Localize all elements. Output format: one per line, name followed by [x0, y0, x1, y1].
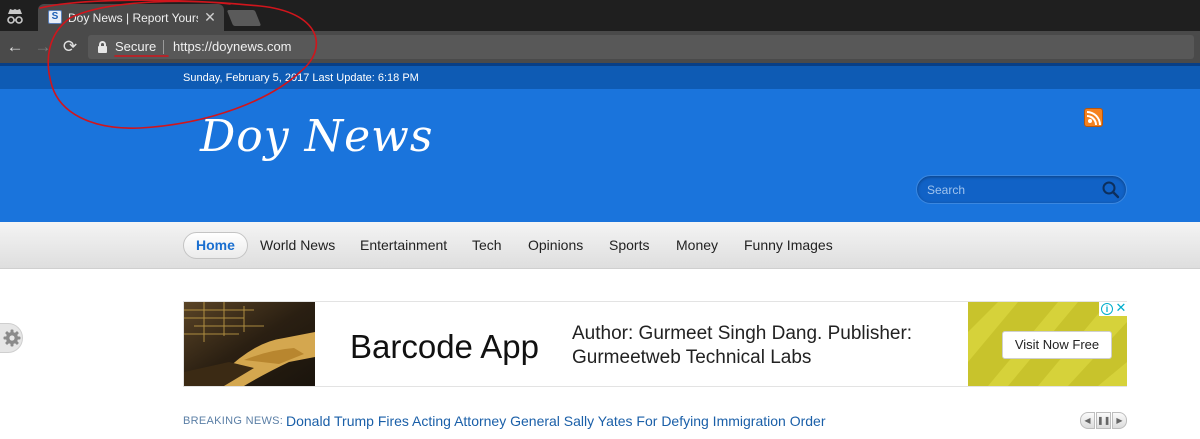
- ticker-pause-button[interactable]: ❚❚: [1096, 412, 1111, 429]
- incognito-icon: [4, 6, 26, 26]
- reload-button[interactable]: ⟳: [60, 37, 80, 57]
- nav-item-money[interactable]: Money: [676, 235, 718, 255]
- breaking-news-headline[interactable]: Donald Trump Fires Acting Attorney Gener…: [286, 412, 826, 430]
- nav-item-opinions[interactable]: Opinions: [528, 235, 583, 255]
- nav-item-sports[interactable]: Sports: [609, 235, 649, 255]
- browser-toolbar: ← → ⟳ Secure https://doynews.com: [0, 31, 1200, 63]
- adchoices-info-icon[interactable]: i: [1101, 303, 1113, 315]
- nav-item-world-news[interactable]: World News: [260, 235, 335, 255]
- nav-item-tech[interactable]: Tech: [472, 235, 502, 255]
- date-bar: Sunday, February 5, 2017 Last Update: 6:…: [0, 63, 1200, 89]
- ad-close-icon[interactable]: ✕: [1115, 301, 1127, 315]
- page: S Doy News | Report Yourself ✕ ← → ⟳ Sec…: [0, 0, 1200, 439]
- ticker-next-button[interactable]: ▶: [1112, 412, 1127, 429]
- tab-title: Doy News | Report Yourself: [68, 11, 198, 25]
- browser-tab-strip: S Doy News | Report Yourself ✕: [0, 0, 1200, 31]
- ad-banner[interactable]: Barcode App Author: Gurmeet Singh Dang. …: [183, 301, 1127, 387]
- address-separator: [163, 40, 164, 54]
- settings-tab[interactable]: [0, 323, 23, 353]
- lock-icon: [98, 41, 108, 53]
- rss-icon[interactable]: [1084, 108, 1103, 127]
- main-nav: Home World News Entertainment Tech Opini…: [0, 222, 1200, 269]
- ad-visit-button[interactable]: Visit Now Free: [1002, 331, 1112, 359]
- breaking-news-label: BREAKING NEWS:: [183, 415, 284, 427]
- new-tab-button[interactable]: [226, 10, 262, 26]
- back-button[interactable]: ←: [5, 37, 25, 57]
- search-icon[interactable]: [1101, 180, 1121, 200]
- address-bar[interactable]: Secure https://doynews.com: [88, 35, 1194, 59]
- tab-close-icon[interactable]: ✕: [202, 8, 218, 26]
- ad-description[interactable]: Author: Gurmeet Singh Dang. Publisher: G…: [572, 322, 962, 370]
- ticker-controls: ◀ ❚❚ ▶: [1080, 412, 1127, 429]
- nav-item-home[interactable]: Home: [183, 232, 248, 259]
- gear-icon: [3, 329, 21, 347]
- date-update-text: Sunday, February 5, 2017 Last Update: 6:…: [183, 72, 419, 84]
- site-header: Doy News: [0, 89, 1200, 222]
- nav-item-entertainment[interactable]: Entertainment: [360, 235, 447, 255]
- ad-handshake-image: [184, 302, 315, 386]
- ad-title[interactable]: Barcode App: [350, 328, 539, 366]
- forward-button[interactable]: →: [33, 37, 53, 57]
- browser-tab[interactable]: S Doy News | Report Yourself ✕: [38, 4, 224, 31]
- search-input[interactable]: [927, 181, 1097, 199]
- nav-item-funny-images[interactable]: Funny Images: [744, 235, 833, 255]
- site-logo[interactable]: Doy News: [200, 109, 433, 165]
- adchoices-badge[interactable]: i ✕: [1099, 301, 1127, 316]
- site-favicon-icon: S: [48, 10, 62, 24]
- url-text[interactable]: https://doynews.com: [173, 39, 292, 55]
- search-box: [916, 175, 1127, 204]
- secure-label[interactable]: Secure: [115, 39, 156, 55]
- ticker-prev-button[interactable]: ◀: [1080, 412, 1095, 429]
